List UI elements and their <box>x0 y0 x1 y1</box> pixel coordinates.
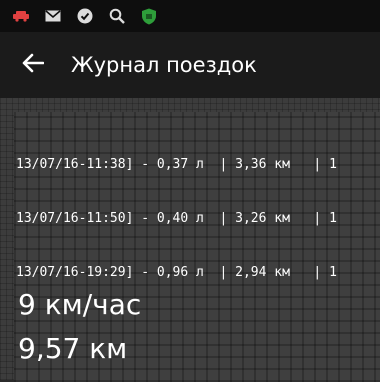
log-line: 13/07/16-11:38] - 0,37 л | 3,36 км | 1 <box>16 157 337 172</box>
distance-value: 9,57 км <box>18 332 128 365</box>
shield-icon <box>140 8 158 24</box>
page-title: Журнал поездок <box>71 53 257 77</box>
app-bar: Журнал поездок <box>0 32 380 98</box>
status-bar <box>0 0 380 32</box>
back-button[interactable] <box>0 32 66 98</box>
speed-value: 9 км/час <box>18 288 142 321</box>
check-circle-icon <box>76 8 94 24</box>
log-line: 13/07/16-11:50] - 0,40 л | 3,26 км | 1 <box>16 211 337 226</box>
log-line: 13/07/16-19:29] - 0,96 л | 2,94 км | 1 <box>16 265 337 280</box>
car-icon <box>12 8 30 24</box>
arrow-left-icon <box>22 50 45 80</box>
mail-icon <box>44 8 62 24</box>
search-icon <box>108 8 126 24</box>
